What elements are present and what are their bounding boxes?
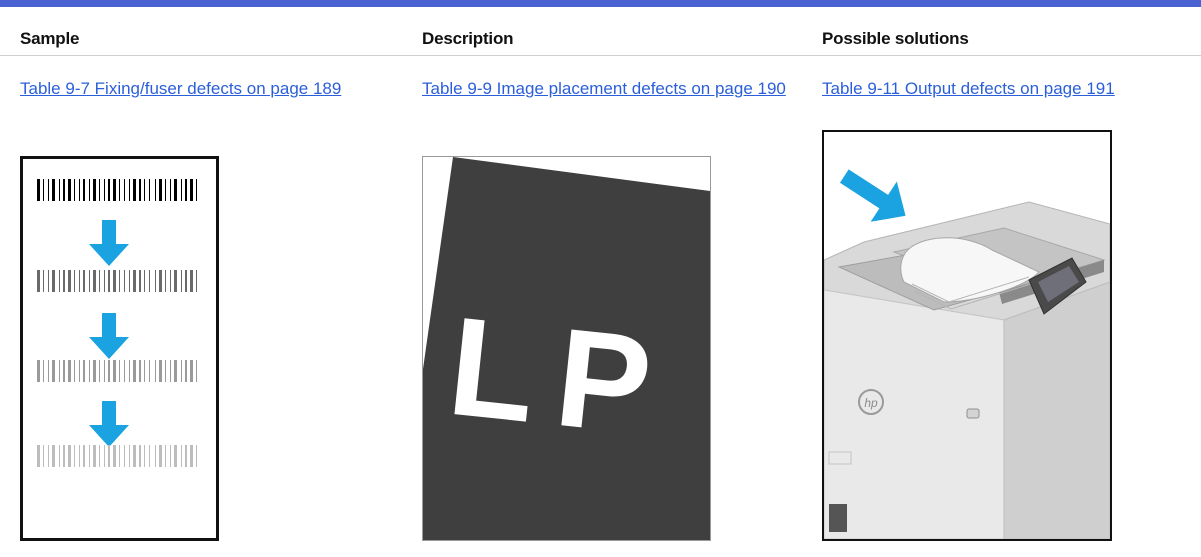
arrow-down-icon bbox=[89, 220, 129, 266]
printer-output-image: hp bbox=[822, 130, 1112, 541]
link-output-defects[interactable]: Table 9-11 Output defects on page 191 bbox=[822, 77, 1182, 100]
link-fixing-fuser-defects[interactable]: Table 9-7 Fixing/fuser defects on page 1… bbox=[20, 77, 380, 100]
arrow-down-icon bbox=[89, 401, 129, 447]
skewed-letters: LP bbox=[442, 287, 680, 466]
header-possible-solutions: Possible solutions bbox=[822, 29, 969, 48]
arrow-down-right-icon bbox=[839, 169, 906, 222]
skewed-page-graphic: LP bbox=[423, 157, 710, 540]
table-header-row: Sample Description Possible solutions bbox=[0, 7, 1201, 56]
top-accent-rule bbox=[0, 0, 1201, 7]
barcode-strip bbox=[37, 270, 197, 292]
header-description: Description bbox=[422, 29, 514, 48]
power-button-icon bbox=[966, 408, 980, 419]
printer-graphic: hp bbox=[824, 169, 1110, 539]
hp-logo-text: hp bbox=[864, 396, 878, 410]
sample-fading-image bbox=[20, 156, 219, 541]
barcode-strip bbox=[37, 179, 197, 201]
barcode-strip bbox=[37, 445, 197, 467]
barcode-strip bbox=[37, 360, 197, 382]
link-image-placement-defects[interactable]: Table 9-9 Image placement defects on pag… bbox=[422, 77, 792, 100]
skewed-page-image: LP bbox=[422, 156, 711, 541]
header-sample: Sample bbox=[20, 29, 80, 48]
arrow-down-icon bbox=[89, 313, 129, 359]
